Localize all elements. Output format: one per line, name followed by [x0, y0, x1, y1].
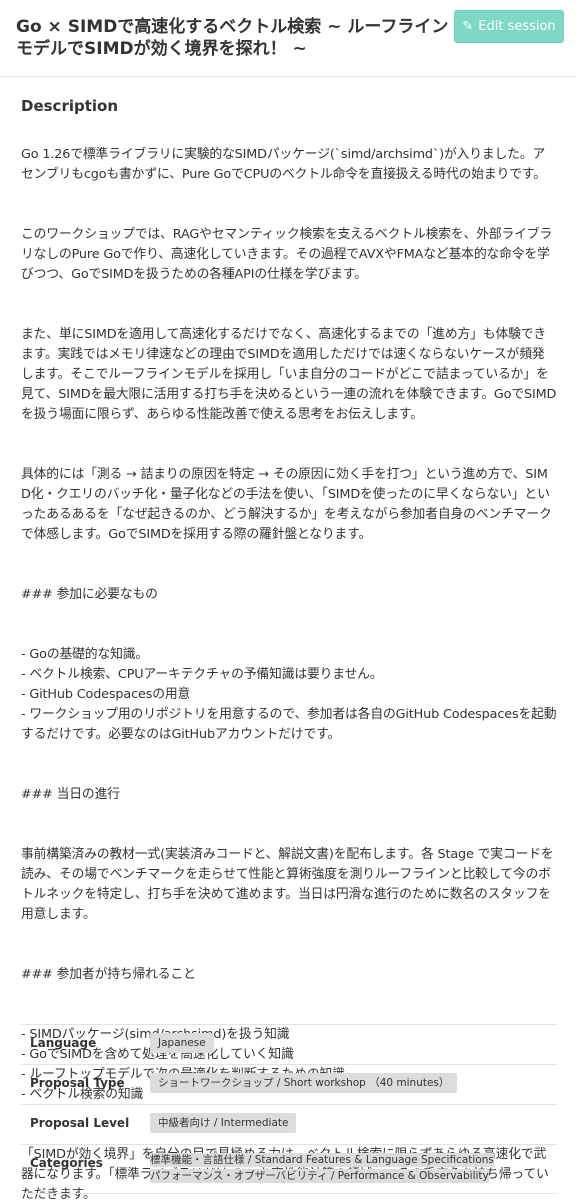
language-cell: Japanese: [142, 1024, 557, 1065]
meta-row-language: Language Japanese: [21, 1024, 557, 1065]
session-title: Go × SIMDで高速化するベクトル検索 ~ ルーフラインモデルでSIMDが効…: [16, 17, 449, 59]
proposal-level-tag: 中級者向け / Intermediate: [150, 1113, 297, 1133]
proposal-type-label: Proposal Type: [21, 1064, 142, 1105]
description-subheading: ### 当日の進行: [21, 787, 120, 802]
language-label: Language: [21, 1024, 142, 1065]
description-list: - Goの基礎的な知識。 - ベクトル検索、CPUアーキテクチャの予備知識は要り…: [21, 647, 557, 742]
description-heading: Description: [21, 97, 119, 115]
pencil-icon: ✎: [462, 19, 474, 34]
proposal-type-cell: ショートワークショップ / Short workshop （40 minutes…: [142, 1064, 557, 1105]
session-meta-table: Language Japanese Proposal Type ショートワークシ…: [21, 1024, 557, 1194]
session-page: Go × SIMDで高速化するベクトル検索 ~ ルーフラインモデルでSIMDが効…: [0, 0, 576, 1200]
category-tag: パフォーマンス・オブザーバビリティ / Performance & Observ…: [150, 1169, 489, 1183]
proposal-type-tag: ショートワークショップ / Short workshop （40 minutes…: [150, 1073, 458, 1093]
description-paragraph: Go 1.26で標準ライブラリに実験的なSIMDパッケージ(`simd/arch…: [21, 147, 546, 182]
proposal-level-cell: 中級者向け / Intermediate: [142, 1104, 557, 1145]
category-tag: 標準機能・言語仕様 / Standard Features & Language…: [150, 1153, 494, 1167]
edit-session-button[interactable]: ✎ Edit session: [454, 10, 564, 43]
description-paragraph: また、単にSIMDを適用して高速化するだけでなく、高速化するまでの「進め方」も体…: [21, 327, 557, 422]
description-subheading: ### 参加者が持ち帰れること: [21, 967, 196, 982]
description-paragraph: 事前構築済みの教材一式(実装済みコードと、解説文書)を配布します。各 Stage…: [21, 847, 554, 922]
meta-row-categories: Categories 標準機能・言語仕様 / Standard Features…: [21, 1144, 557, 1194]
session-header: Go × SIMDで高速化するベクトル検索 ~ ルーフラインモデルでSIMDが効…: [0, 0, 576, 77]
categories-label: Categories: [21, 1144, 142, 1194]
categories-cell: 標準機能・言語仕様 / Standard Features & Language…: [142, 1144, 557, 1194]
description-paragraph: このワークショップでは、RAGやセマンティック検索を支えるベクトル検索を、外部ラ…: [21, 227, 553, 282]
edit-session-label: Edit session: [478, 19, 556, 34]
description-paragraph: 具体的には「測る → 詰まりの原因を特定 → その原因に効く手を打つ」という進め…: [21, 467, 552, 542]
meta-row-proposal-type: Proposal Type ショートワークショップ / Short worksh…: [21, 1064, 557, 1105]
meta-row-proposal-level: Proposal Level 中級者向け / Intermediate: [21, 1104, 557, 1145]
language-tag: Japanese: [150, 1033, 214, 1053]
description-subheading: ### 参加に必要なもの: [21, 587, 158, 602]
proposal-level-label: Proposal Level: [21, 1104, 142, 1145]
